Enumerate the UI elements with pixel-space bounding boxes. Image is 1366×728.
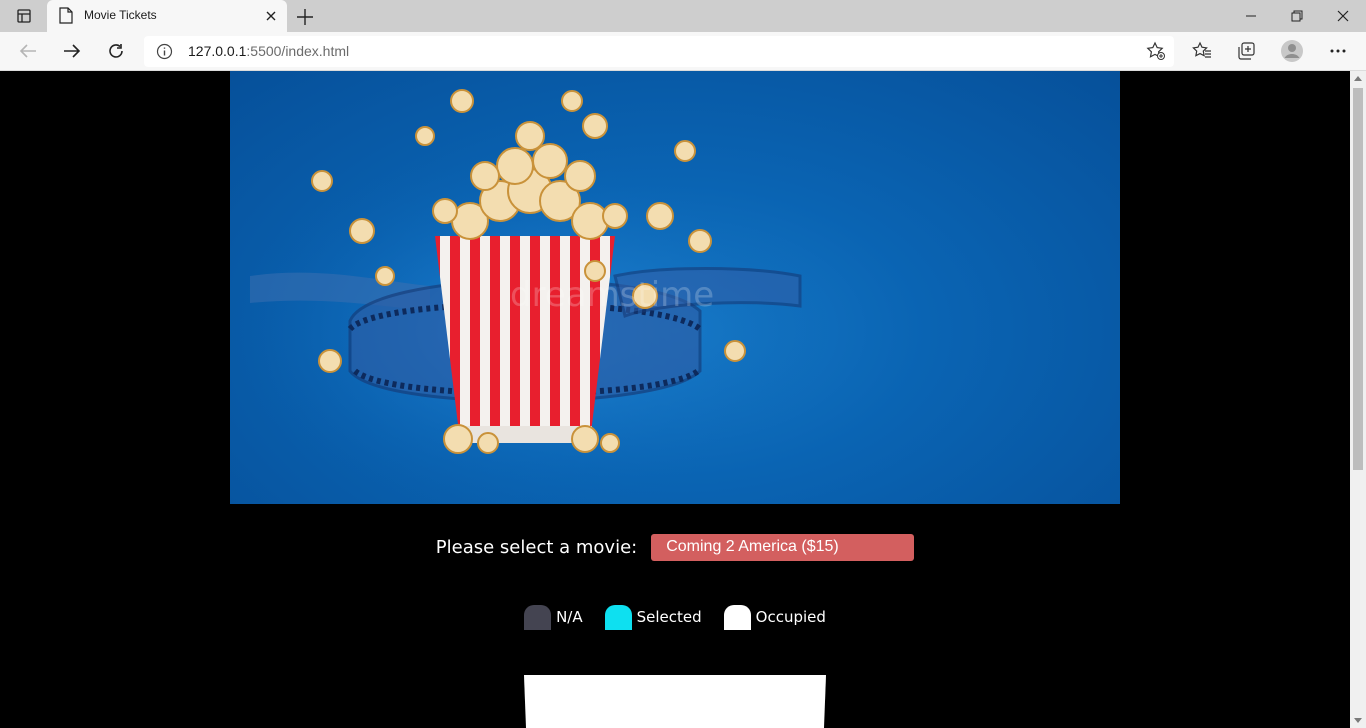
- hero-popcorn-image: dreamstime: [230, 71, 1120, 504]
- browser-toolbar: 127.0.0.1:5500/index.html: [0, 32, 1366, 71]
- cinema-screen: [524, 675, 826, 728]
- profile-avatar-icon[interactable]: [1278, 39, 1306, 63]
- movie-select-dropdown[interactable]: Coming 2 America ($15): [651, 533, 915, 561]
- tab-title: Movie Tickets: [84, 8, 157, 22]
- legend-label: Selected: [636, 608, 702, 626]
- forward-icon[interactable]: [58, 39, 86, 63]
- movie-select-row: Please select a movie: Coming 2 America …: [0, 533, 1350, 561]
- tab-actions-icon[interactable]: [10, 6, 38, 26]
- legend-selected: Selected: [604, 604, 702, 630]
- watermark-text: dreamstime: [510, 275, 714, 315]
- scroll-up-icon[interactable]: [1354, 76, 1362, 81]
- seat-occupied-icon: [723, 604, 751, 630]
- address-bar[interactable]: 127.0.0.1:5500/index.html: [144, 36, 1174, 67]
- tab-strip: Movie Tickets: [0, 0, 1366, 32]
- back-icon[interactable]: [14, 39, 42, 63]
- seat-legend: N/A Selected Occupied: [0, 604, 1350, 630]
- scrollbar-thumb[interactable]: [1353, 88, 1363, 470]
- page-viewport: dreamstime Please select a movie: Coming…: [0, 71, 1350, 728]
- legend-label: Occupied: [755, 608, 826, 626]
- page-scrollbar[interactable]: [1350, 71, 1366, 728]
- site-info-icon[interactable]: [156, 43, 173, 64]
- legend-na: N/A: [524, 604, 583, 630]
- restore-icon[interactable]: [1274, 0, 1320, 32]
- close-window-icon[interactable]: [1320, 0, 1366, 32]
- legend-occupied: Occupied: [723, 604, 826, 630]
- seat-selected-icon: [604, 604, 632, 630]
- url-text: 127.0.0.1:5500/index.html: [188, 43, 350, 59]
- new-tab-icon[interactable]: [294, 6, 316, 28]
- scroll-down-icon[interactable]: [1354, 718, 1362, 723]
- refresh-icon[interactable]: [102, 39, 130, 63]
- browser-tab[interactable]: Movie Tickets: [47, 0, 287, 32]
- more-menu-icon[interactable]: [1324, 39, 1352, 63]
- seat-na-icon: [524, 604, 552, 630]
- movie-select-label: Please select a movie:: [435, 536, 638, 558]
- favorites-icon[interactable]: [1188, 39, 1216, 63]
- page-icon: [59, 7, 73, 28]
- close-tab-icon[interactable]: [263, 8, 279, 24]
- legend-label: N/A: [556, 608, 583, 626]
- minimize-icon[interactable]: [1228, 0, 1274, 32]
- add-favorite-icon[interactable]: [1146, 41, 1166, 65]
- collections-icon[interactable]: [1232, 39, 1260, 63]
